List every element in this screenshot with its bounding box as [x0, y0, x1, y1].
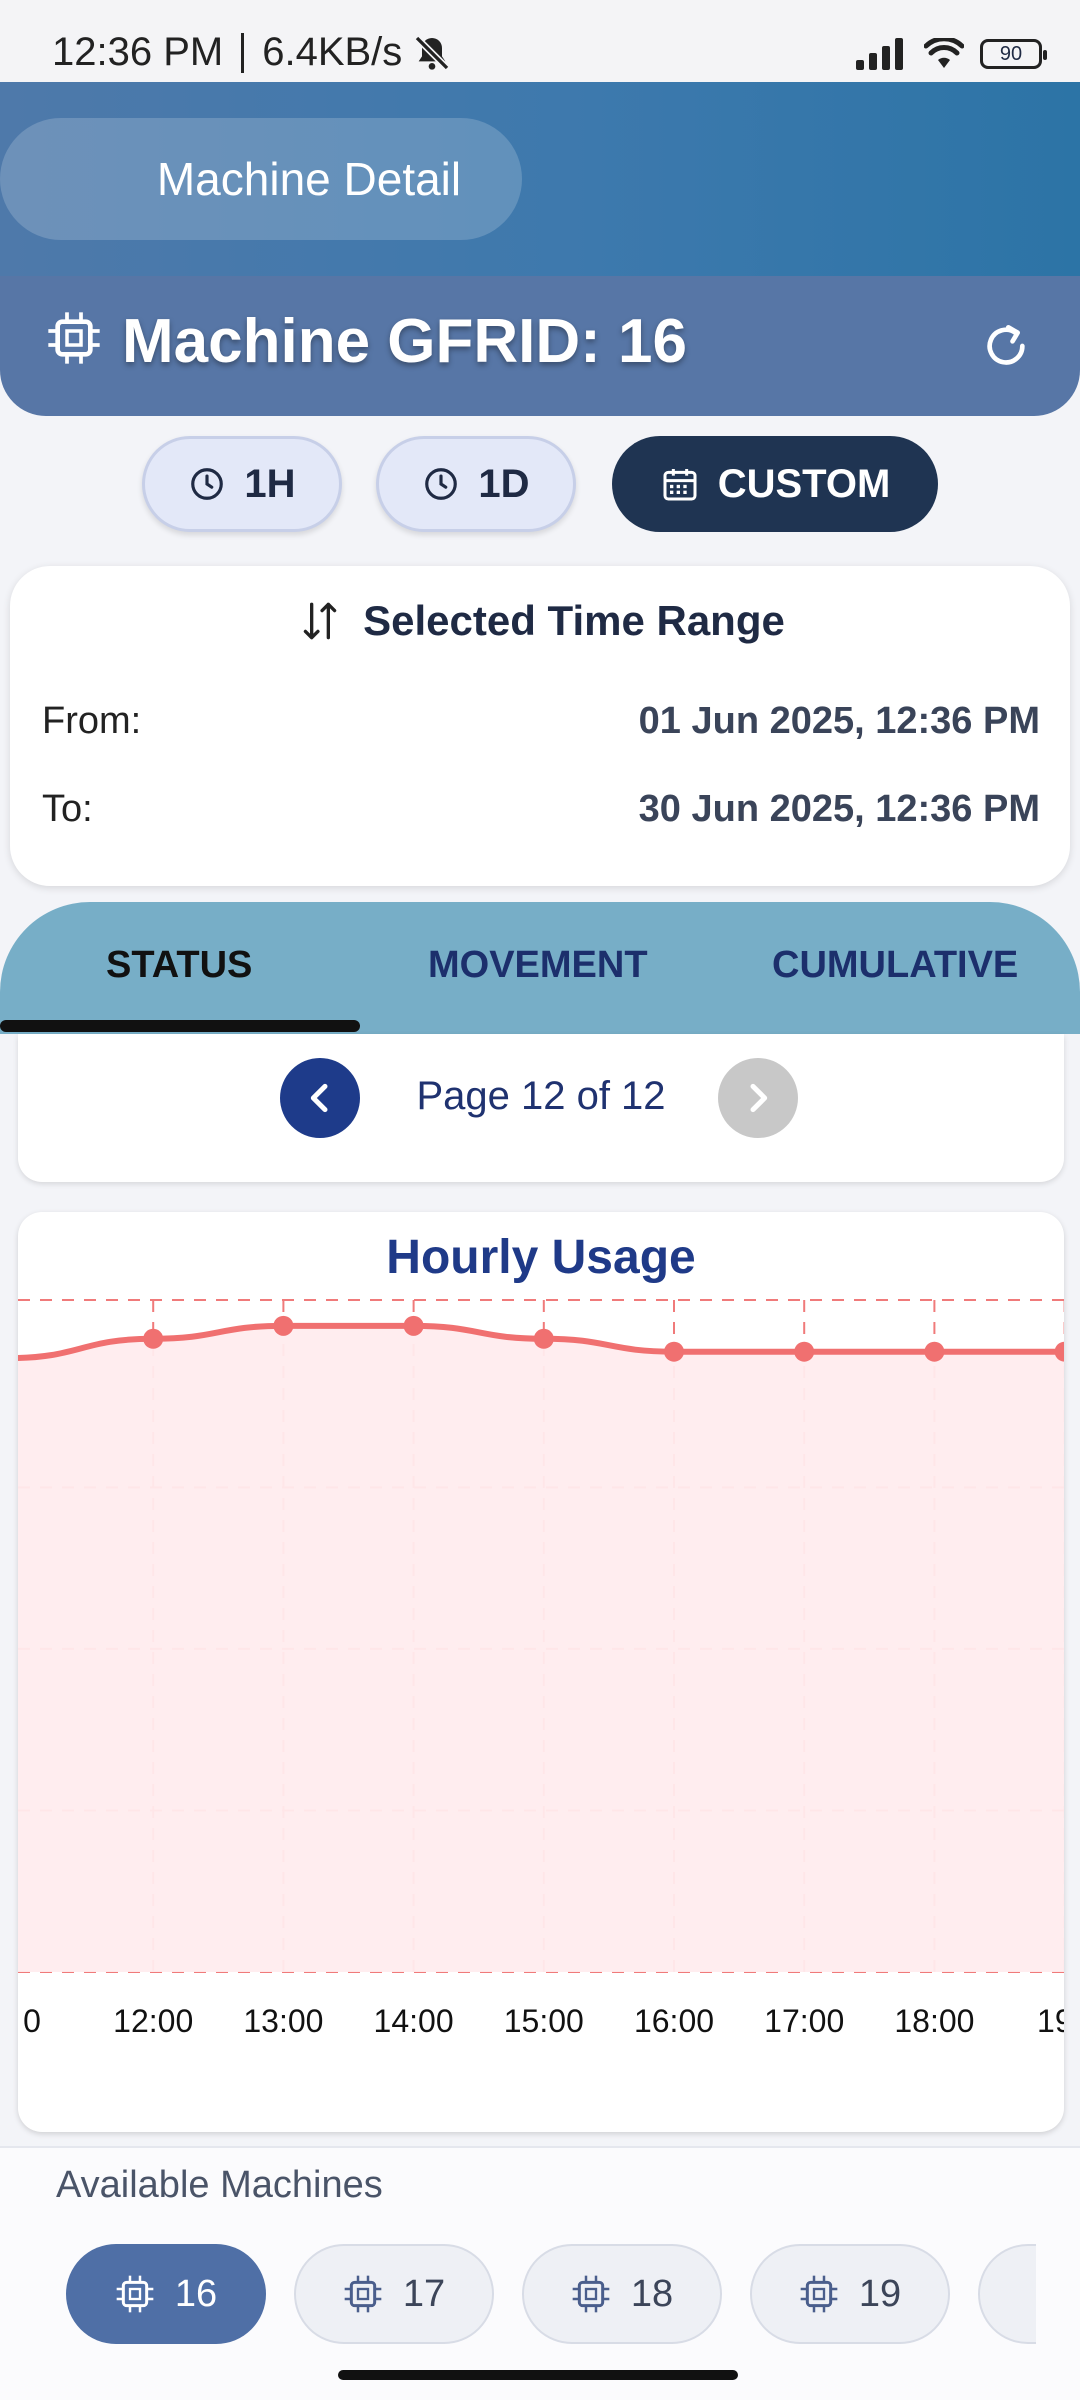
machine-chip-label: 19	[858, 2272, 902, 2315]
from-value: 01 Jun 2025, 12:36 PM	[638, 700, 1040, 742]
time-range-title: Selected Time Range	[363, 597, 785, 644]
machine-chip-label: 16	[174, 2272, 218, 2315]
chart-plot: 0 12:00 13:00 14:00 15:00 16:00 17:00 18:00 19:(	[18, 1299, 1064, 2039]
status-right: 90	[856, 38, 1047, 70]
machine-chip-label: 18	[630, 2272, 674, 2315]
chevron-right-icon	[750, 1083, 768, 1113]
next-page-button[interactable]	[718, 1058, 798, 1138]
to-label: To:	[42, 788, 93, 830]
status-net-speed: 6.4KB/s	[262, 30, 403, 74]
tab-movement[interactable]: MOVEMENT	[428, 944, 648, 987]
range-custom-label: CUSTOM	[717, 461, 891, 506]
x-tick-label: 13:00	[243, 2003, 323, 2039]
from-row: From: 01 Jun 2025, 12:36 PM	[42, 700, 1040, 743]
machine-chip-19[interactable]: 19	[750, 2244, 950, 2344]
x-tick-label: 0	[23, 2003, 41, 2039]
data-point	[794, 1341, 815, 1362]
home-indicator	[338, 2370, 738, 2380]
wifi-icon	[924, 38, 964, 68]
page-title: Machine Detail	[0, 118, 522, 240]
x-tick-label: 14:00	[374, 2003, 454, 2039]
data-point	[533, 1328, 554, 1349]
x-tick-label: 15:00	[504, 2003, 584, 2039]
x-tick-label: 12:00	[113, 2003, 193, 2039]
range-custom-button[interactable]: CUSTOM	[612, 436, 938, 532]
to-value: 30 Jun 2025, 12:36 PM	[638, 788, 1040, 830]
status-divider	[241, 32, 245, 73]
refresh-icon[interactable]	[978, 318, 1034, 374]
series-area-fill	[18, 1325, 1064, 1972]
data-point	[664, 1341, 684, 1362]
page-indicator: Page 12 of 12	[416, 1074, 666, 1118]
clock-icon	[425, 468, 458, 500]
battery-icon: 90	[980, 39, 1047, 69]
machine-title: Machine GFRID: 16	[122, 307, 687, 376]
data-point	[273, 1315, 294, 1336]
available-machines-label: Available Machines	[56, 2164, 383, 2206]
signal-icon	[856, 38, 903, 70]
sort-arrows-icon	[303, 602, 337, 640]
tab-bar: STATUS MOVEMENT CUMULATIVE	[0, 902, 1080, 1034]
machine-selector: 16 17 18 19	[0, 2244, 1036, 2348]
chip-icon	[800, 2275, 838, 2313]
chip-icon	[572, 2275, 610, 2313]
data-point	[403, 1315, 424, 1336]
time-range-card: Selected Time Range From: 01 Jun 2025, 1…	[10, 566, 1070, 886]
tab-active-indicator	[0, 1020, 360, 1032]
machine-chip-18[interactable]: 18	[522, 2244, 722, 2344]
hourly-usage-chart: Hourly Usage 0 12:00 13:00 14:00 15:00 16:00 1…	[18, 1212, 1064, 2132]
range-1h-label: 1H	[244, 461, 296, 506]
status-left: 12:36 PM 6.4KB/s	[52, 30, 452, 75]
x-tick-label: 19:(	[1037, 2003, 1064, 2039]
chip-icon	[48, 312, 100, 364]
status-time: 12:36 PM	[52, 30, 224, 74]
tab-status[interactable]: STATUS	[106, 944, 252, 987]
from-label: From:	[42, 700, 142, 742]
clock-icon	[191, 468, 224, 500]
range-1d-button[interactable]: 1D	[376, 436, 576, 532]
x-tick-label: 18:00	[894, 2003, 974, 2039]
chip-icon	[344, 2275, 382, 2313]
tab-cumulative[interactable]: CUMULATIVE	[772, 944, 1018, 987]
time-range-header: Selected Time Range	[10, 596, 1070, 646]
pagination-card: Page 12 of 12	[18, 1034, 1064, 1182]
chip-icon	[116, 2275, 154, 2313]
machine-chip-partial[interactable]	[978, 2244, 1036, 2344]
range-1d-label: 1D	[478, 461, 530, 506]
data-point	[924, 1341, 945, 1362]
machine-chip-label: 17	[402, 2272, 446, 2315]
machine-chip-16[interactable]: 16	[66, 2244, 266, 2344]
range-1h-button[interactable]: 1H	[142, 436, 342, 532]
x-tick-label: 16:00	[634, 2003, 714, 2039]
to-row: To: 30 Jun 2025, 12:36 PM	[42, 788, 1040, 831]
x-tick-label: 17:00	[764, 2003, 844, 2039]
status-bar: 12:36 PM 6.4KB/s 90	[0, 0, 1080, 82]
calendar-icon	[663, 469, 697, 501]
data-point	[143, 1328, 164, 1349]
machine-chip-17[interactable]: 17	[294, 2244, 494, 2344]
bell-off-icon	[414, 35, 450, 70]
